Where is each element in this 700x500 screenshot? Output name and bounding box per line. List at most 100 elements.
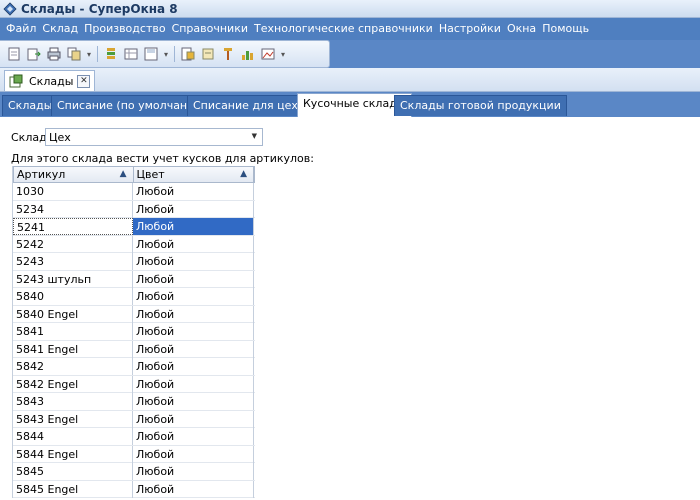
menu-settings[interactable]: Настройки <box>436 18 504 40</box>
chevron-down-icon[interactable]: ▼ <box>252 132 257 140</box>
sort-ascending-icon: ▲ <box>240 169 247 179</box>
table-icon[interactable] <box>123 46 139 62</box>
table-row[interactable]: 5840 Engel Любой <box>13 305 255 323</box>
pin-icon[interactable] <box>220 46 236 62</box>
color-cell[interactable]: Любой <box>133 323 254 340</box>
color-cell[interactable]: Любой <box>133 445 254 463</box>
chart-icon[interactable] <box>240 46 256 62</box>
grid-header: Артикул ▲ Цвет ▲ <box>13 166 255 183</box>
color-cell[interactable]: Любой <box>133 253 254 270</box>
column-header-color[interactable]: Цвет ▲ <box>134 167 254 182</box>
article-cell[interactable]: 5841 <box>13 323 133 340</box>
article-cell[interactable]: 5845 Engel <box>13 480 133 498</box>
article-cell[interactable]: 5840 Engel <box>13 305 133 323</box>
color-cell[interactable]: Любой <box>133 270 254 288</box>
warehouse-select[interactable]: Цех ▼ <box>45 128 263 146</box>
color-cell[interactable]: Любой <box>133 218 254 235</box>
warehouse-label: Склад <box>11 131 47 144</box>
color-cell[interactable]: Любой <box>133 235 254 253</box>
article-cell[interactable]: 5844 Engel <box>13 445 133 463</box>
document-tab-bar: Склады ✕ <box>0 68 700 92</box>
article-cell[interactable]: 5234 <box>13 200 133 218</box>
table-row[interactable]: 5844 Engel Любой <box>13 445 255 463</box>
article-cell[interactable]: 5845 <box>13 463 133 480</box>
menu-help[interactable]: Помощь <box>539 18 592 40</box>
article-cell[interactable]: 5243 <box>13 253 133 270</box>
table-row[interactable]: 5242 Любой <box>13 235 255 253</box>
article-cell[interactable]: 5842 Engel <box>13 375 133 393</box>
window-title: Склады - СуперОкна 8 <box>21 1 178 16</box>
column-header-article[interactable]: Артикул ▲ <box>14 167 134 182</box>
toolbar: ▾ ▾ ▾ <box>0 40 330 68</box>
chevron-down-icon[interactable]: ▾ <box>87 50 91 59</box>
table-row[interactable]: 1030 Любой <box>13 183 255 201</box>
sort-ascending-icon: ▲ <box>119 169 127 179</box>
color-cell[interactable]: Любой <box>133 305 254 323</box>
table-row[interactable]: 5845 Engel Любой <box>13 480 255 498</box>
color-cell[interactable]: Любой <box>133 340 254 358</box>
table-row[interactable]: 5843 Engel Любой <box>13 410 255 428</box>
chevron-down-icon[interactable]: ▾ <box>164 50 168 59</box>
close-icon[interactable]: ✕ <box>77 74 91 88</box>
print-icon[interactable] <box>46 46 62 62</box>
article-cell[interactable]: 5840 <box>13 288 133 305</box>
import-icon[interactable] <box>26 46 42 62</box>
table-row[interactable]: 5841 Engel Любой <box>13 340 255 358</box>
document-tab-warehouses[interactable]: Склады ✕ <box>4 70 96 91</box>
menu-bar: Файл Склад Производство Справочники Техн… <box>0 18 700 40</box>
menu-warehouse[interactable]: Склад <box>39 18 81 40</box>
color-cell[interactable]: Любой <box>133 375 254 393</box>
new-doc-icon[interactable] <box>6 46 22 62</box>
color-cell[interactable]: Любой <box>133 480 254 498</box>
menu-file[interactable]: Файл <box>3 18 39 40</box>
article-cell[interactable]: 1030 <box>13 183 133 200</box>
image-icon[interactable] <box>260 46 276 62</box>
article-cell[interactable]: 5241 <box>13 218 133 235</box>
grid-body: 1030 Любой 5234 Любой 5241 Любой 5242 Любой 5243… <box>13 183 255 498</box>
table-row[interactable]: 5243 штульп Любой <box>13 270 255 288</box>
article-cell[interactable]: 5841 Engel <box>13 340 133 358</box>
menu-tech-references[interactable]: Технологические справочники <box>251 18 436 40</box>
table-row[interactable]: 5845 Любой <box>13 463 255 481</box>
table-row[interactable]: 5234 Любой <box>13 200 255 218</box>
color-cell[interactable]: Любой <box>133 463 254 480</box>
color-cell[interactable]: Любой <box>133 288 254 305</box>
article-cell[interactable]: 5843 <box>13 393 133 410</box>
table-row[interactable]: 5840 Любой <box>13 288 255 306</box>
column-header-label: Цвет <box>136 168 165 181</box>
chevron-down-icon[interactable]: ▾ <box>281 50 285 59</box>
menu-references[interactable]: Справочники <box>169 18 251 40</box>
article-cell[interactable]: 5844 <box>13 428 133 445</box>
warehouse-select-value: Цех <box>49 131 71 144</box>
table-row[interactable]: 5841 Любой <box>13 323 255 341</box>
table-row[interactable]: 5844 Любой <box>13 428 255 446</box>
color-cell[interactable]: Любой <box>133 183 254 200</box>
toolbar-separator <box>174 46 176 62</box>
color-cell[interactable]: Любой <box>133 428 254 445</box>
article-cell[interactable]: 5243 штульп <box>13 270 133 288</box>
table-row[interactable]: 5842 Engel Любой <box>13 375 255 393</box>
app-icon <box>3 1 17 16</box>
tab-warehouses[interactable]: Склады <box>2 95 59 116</box>
article-cell[interactable]: 5842 <box>13 358 133 375</box>
filter-icon[interactable] <box>103 46 119 62</box>
table-row[interactable]: 5843 Любой <box>13 393 255 411</box>
color-cell[interactable]: Любой <box>133 358 254 375</box>
export-icon[interactable] <box>180 46 196 62</box>
table-row[interactable]: 5243 Любой <box>13 253 255 271</box>
copy-icon[interactable] <box>66 46 82 62</box>
menu-production[interactable]: Производство <box>81 18 168 40</box>
color-cell[interactable]: Любой <box>133 410 254 428</box>
menu-windows[interactable]: Окна <box>504 18 539 40</box>
color-cell[interactable]: Любой <box>133 393 254 410</box>
table-row[interactable]: 5241 Любой <box>13 218 255 236</box>
table-row[interactable]: 5842 Любой <box>13 358 255 376</box>
save-icon[interactable] <box>143 46 159 62</box>
tag-icon[interactable] <box>200 46 216 62</box>
warehouse-icon <box>9 74 23 88</box>
column-header-label: Артикул <box>17 168 66 181</box>
tab-finished-goods-warehouses[interactable]: Склады готовой продукции <box>394 95 567 116</box>
color-cell[interactable]: Любой <box>133 200 254 218</box>
article-cell[interactable]: 5242 <box>13 235 133 253</box>
article-cell[interactable]: 5843 Engel <box>13 410 133 428</box>
